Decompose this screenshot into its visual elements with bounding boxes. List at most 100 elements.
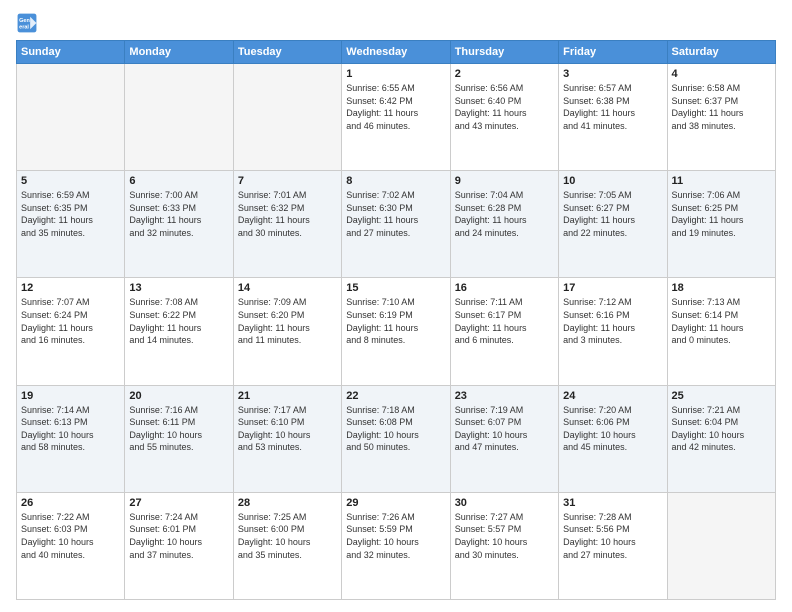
calendar-cell: 4 Sunrise: 6:58 AM Sunset: 6:37 PM Daylig… bbox=[667, 64, 775, 171]
calendar-cell: 26 Sunrise: 7:22 AM Sunset: 6:03 PM Dayli… bbox=[17, 492, 125, 599]
logo-icon: Gen eral bbox=[16, 12, 38, 34]
day-info: Sunrise: 7:07 AM Sunset: 6:24 PM Dayligh… bbox=[21, 296, 120, 346]
calendar-cell: 3 Sunrise: 6:57 AM Sunset: 6:38 PM Daylig… bbox=[559, 64, 667, 171]
day-info: Sunrise: 7:00 AM Sunset: 6:33 PM Dayligh… bbox=[129, 189, 228, 239]
day-number: 23 bbox=[455, 390, 554, 402]
calendar-cell: 1 Sunrise: 6:55 AM Sunset: 6:42 PM Daylig… bbox=[342, 64, 450, 171]
calendar-cell: 31Sunrise: 7:28 AM Sunset: 5:56 PM Dayli… bbox=[559, 492, 667, 599]
calendar-week-0: 1 Sunrise: 6:55 AM Sunset: 6:42 PM Daylig… bbox=[17, 64, 776, 171]
day-info: Sunrise: 7:11 AM Sunset: 6:17 PM Dayligh… bbox=[455, 296, 554, 346]
day-info: Sunrise: 7:16 AM Sunset: 6:11 PM Dayligh… bbox=[129, 404, 228, 454]
day-info: Sunrise: 6:57 AM Sunset: 6:38 PM Dayligh… bbox=[563, 82, 662, 132]
calendar-cell: 15Sunrise: 7:10 AM Sunset: 6:19 PM Dayli… bbox=[342, 278, 450, 385]
day-info: Sunrise: 7:14 AM Sunset: 6:13 PM Dayligh… bbox=[21, 404, 120, 454]
day-info: Sunrise: 7:01 AM Sunset: 6:32 PM Dayligh… bbox=[238, 189, 337, 239]
day-number: 29 bbox=[346, 497, 445, 509]
day-info: Sunrise: 7:17 AM Sunset: 6:10 PM Dayligh… bbox=[238, 404, 337, 454]
day-number: 13 bbox=[129, 282, 228, 294]
day-info: Sunrise: 7:09 AM Sunset: 6:20 PM Dayligh… bbox=[238, 296, 337, 346]
day-number: 16 bbox=[455, 282, 554, 294]
day-number: 14 bbox=[238, 282, 337, 294]
day-info: Sunrise: 6:55 AM Sunset: 6:42 PM Dayligh… bbox=[346, 82, 445, 132]
weekday-header-tuesday: Tuesday bbox=[233, 41, 341, 64]
day-number: 4 bbox=[672, 68, 771, 80]
weekday-header-monday: Monday bbox=[125, 41, 233, 64]
day-number: 30 bbox=[455, 497, 554, 509]
day-number: 18 bbox=[672, 282, 771, 294]
calendar-cell bbox=[17, 64, 125, 171]
day-info: Sunrise: 7:06 AM Sunset: 6:25 PM Dayligh… bbox=[672, 189, 771, 239]
calendar-week-4: 26 Sunrise: 7:22 AM Sunset: 6:03 PM Dayli… bbox=[17, 492, 776, 599]
day-info: Sunrise: 7:27 AM Sunset: 5:57 PM Dayligh… bbox=[455, 511, 554, 561]
day-number: 9 bbox=[455, 175, 554, 187]
day-number: 25 bbox=[672, 390, 771, 402]
day-number: 6 bbox=[129, 175, 228, 187]
header: Gen eral bbox=[16, 12, 776, 34]
calendar-body: 1 Sunrise: 6:55 AM Sunset: 6:42 PM Daylig… bbox=[17, 64, 776, 600]
day-info: Sunrise: 6:56 AM Sunset: 6:40 PM Dayligh… bbox=[455, 82, 554, 132]
calendar-cell: 29 Sunrise: 7:26 AM Sunset: 5:59 PM Dayli… bbox=[342, 492, 450, 599]
day-info: Sunrise: 7:02 AM Sunset: 6:30 PM Dayligh… bbox=[346, 189, 445, 239]
day-info: Sunrise: 7:26 AM Sunset: 5:59 PM Dayligh… bbox=[346, 511, 445, 561]
calendar-cell: 8 Sunrise: 7:02 AM Sunset: 6:30 PM Daylig… bbox=[342, 171, 450, 278]
calendar-week-3: 19Sunrise: 7:14 AM Sunset: 6:13 PM Dayli… bbox=[17, 385, 776, 492]
day-number: 1 bbox=[346, 68, 445, 80]
day-info: Sunrise: 7:25 AM Sunset: 6:00 PM Dayligh… bbox=[238, 511, 337, 561]
calendar-cell: 25Sunrise: 7:21 AM Sunset: 6:04 PM Dayli… bbox=[667, 385, 775, 492]
weekday-header-thursday: Thursday bbox=[450, 41, 558, 64]
weekday-header-saturday: Saturday bbox=[667, 41, 775, 64]
calendar-cell: 19Sunrise: 7:14 AM Sunset: 6:13 PM Dayli… bbox=[17, 385, 125, 492]
calendar-cell bbox=[667, 492, 775, 599]
day-info: Sunrise: 7:18 AM Sunset: 6:08 PM Dayligh… bbox=[346, 404, 445, 454]
calendar-cell: 9 Sunrise: 7:04 AM Sunset: 6:28 PM Daylig… bbox=[450, 171, 558, 278]
calendar-cell: 27 Sunrise: 7:24 AM Sunset: 6:01 PM Dayli… bbox=[125, 492, 233, 599]
weekday-header-row: SundayMondayTuesdayWednesdayThursdayFrid… bbox=[17, 41, 776, 64]
calendar-cell: 7 Sunrise: 7:01 AM Sunset: 6:32 PM Daylig… bbox=[233, 171, 341, 278]
day-number: 31 bbox=[563, 497, 662, 509]
calendar-cell: 22 Sunrise: 7:18 AM Sunset: 6:08 PM Dayli… bbox=[342, 385, 450, 492]
calendar-week-2: 12Sunrise: 7:07 AM Sunset: 6:24 PM Dayli… bbox=[17, 278, 776, 385]
calendar-cell: 30 Sunrise: 7:27 AM Sunset: 5:57 PM Dayli… bbox=[450, 492, 558, 599]
calendar-cell: 23Sunrise: 7:19 AM Sunset: 6:07 PM Dayli… bbox=[450, 385, 558, 492]
day-number: 22 bbox=[346, 390, 445, 402]
day-info: Sunrise: 7:04 AM Sunset: 6:28 PM Dayligh… bbox=[455, 189, 554, 239]
day-info: Sunrise: 7:05 AM Sunset: 6:27 PM Dayligh… bbox=[563, 189, 662, 239]
logo: Gen eral bbox=[16, 12, 42, 34]
day-number: 3 bbox=[563, 68, 662, 80]
day-number: 26 bbox=[21, 497, 120, 509]
calendar-table: SundayMondayTuesdayWednesdayThursdayFrid… bbox=[16, 40, 776, 600]
svg-text:eral: eral bbox=[19, 25, 29, 31]
calendar-cell: 24Sunrise: 7:20 AM Sunset: 6:06 PM Dayli… bbox=[559, 385, 667, 492]
day-number: 8 bbox=[346, 175, 445, 187]
calendar-cell: 13 Sunrise: 7:08 AM Sunset: 6:22 PM Dayli… bbox=[125, 278, 233, 385]
day-number: 5 bbox=[21, 175, 120, 187]
page: Gen eral SundayMondayTuesdayWednesdayThu… bbox=[0, 0, 792, 612]
day-info: Sunrise: 7:08 AM Sunset: 6:22 PM Dayligh… bbox=[129, 296, 228, 346]
calendar-cell bbox=[233, 64, 341, 171]
day-info: Sunrise: 7:22 AM Sunset: 6:03 PM Dayligh… bbox=[21, 511, 120, 561]
day-info: Sunrise: 6:59 AM Sunset: 6:35 PM Dayligh… bbox=[21, 189, 120, 239]
day-info: Sunrise: 6:58 AM Sunset: 6:37 PM Dayligh… bbox=[672, 82, 771, 132]
day-number: 27 bbox=[129, 497, 228, 509]
day-number: 7 bbox=[238, 175, 337, 187]
day-info: Sunrise: 7:13 AM Sunset: 6:14 PM Dayligh… bbox=[672, 296, 771, 346]
day-info: Sunrise: 7:24 AM Sunset: 6:01 PM Dayligh… bbox=[129, 511, 228, 561]
day-number: 17 bbox=[563, 282, 662, 294]
calendar-cell: 21Sunrise: 7:17 AM Sunset: 6:10 PM Dayli… bbox=[233, 385, 341, 492]
calendar-cell bbox=[125, 64, 233, 171]
calendar-cell: 16 Sunrise: 7:11 AM Sunset: 6:17 PM Dayli… bbox=[450, 278, 558, 385]
calendar-cell: 11Sunrise: 7:06 AM Sunset: 6:25 PM Dayli… bbox=[667, 171, 775, 278]
weekday-header-sunday: Sunday bbox=[17, 41, 125, 64]
calendar-cell: 17 Sunrise: 7:12 AM Sunset: 6:16 PM Dayli… bbox=[559, 278, 667, 385]
calendar-week-1: 5 Sunrise: 6:59 AM Sunset: 6:35 PM Daylig… bbox=[17, 171, 776, 278]
calendar-header: SundayMondayTuesdayWednesdayThursdayFrid… bbox=[17, 41, 776, 64]
day-info: Sunrise: 7:20 AM Sunset: 6:06 PM Dayligh… bbox=[563, 404, 662, 454]
day-number: 20 bbox=[129, 390, 228, 402]
day-info: Sunrise: 7:12 AM Sunset: 6:16 PM Dayligh… bbox=[563, 296, 662, 346]
day-number: 15 bbox=[346, 282, 445, 294]
calendar-cell: 14 Sunrise: 7:09 AM Sunset: 6:20 PM Dayli… bbox=[233, 278, 341, 385]
calendar-cell: 12Sunrise: 7:07 AM Sunset: 6:24 PM Dayli… bbox=[17, 278, 125, 385]
svg-text:Gen: Gen bbox=[19, 18, 30, 24]
calendar-cell: 2 Sunrise: 6:56 AM Sunset: 6:40 PM Daylig… bbox=[450, 64, 558, 171]
day-number: 2 bbox=[455, 68, 554, 80]
